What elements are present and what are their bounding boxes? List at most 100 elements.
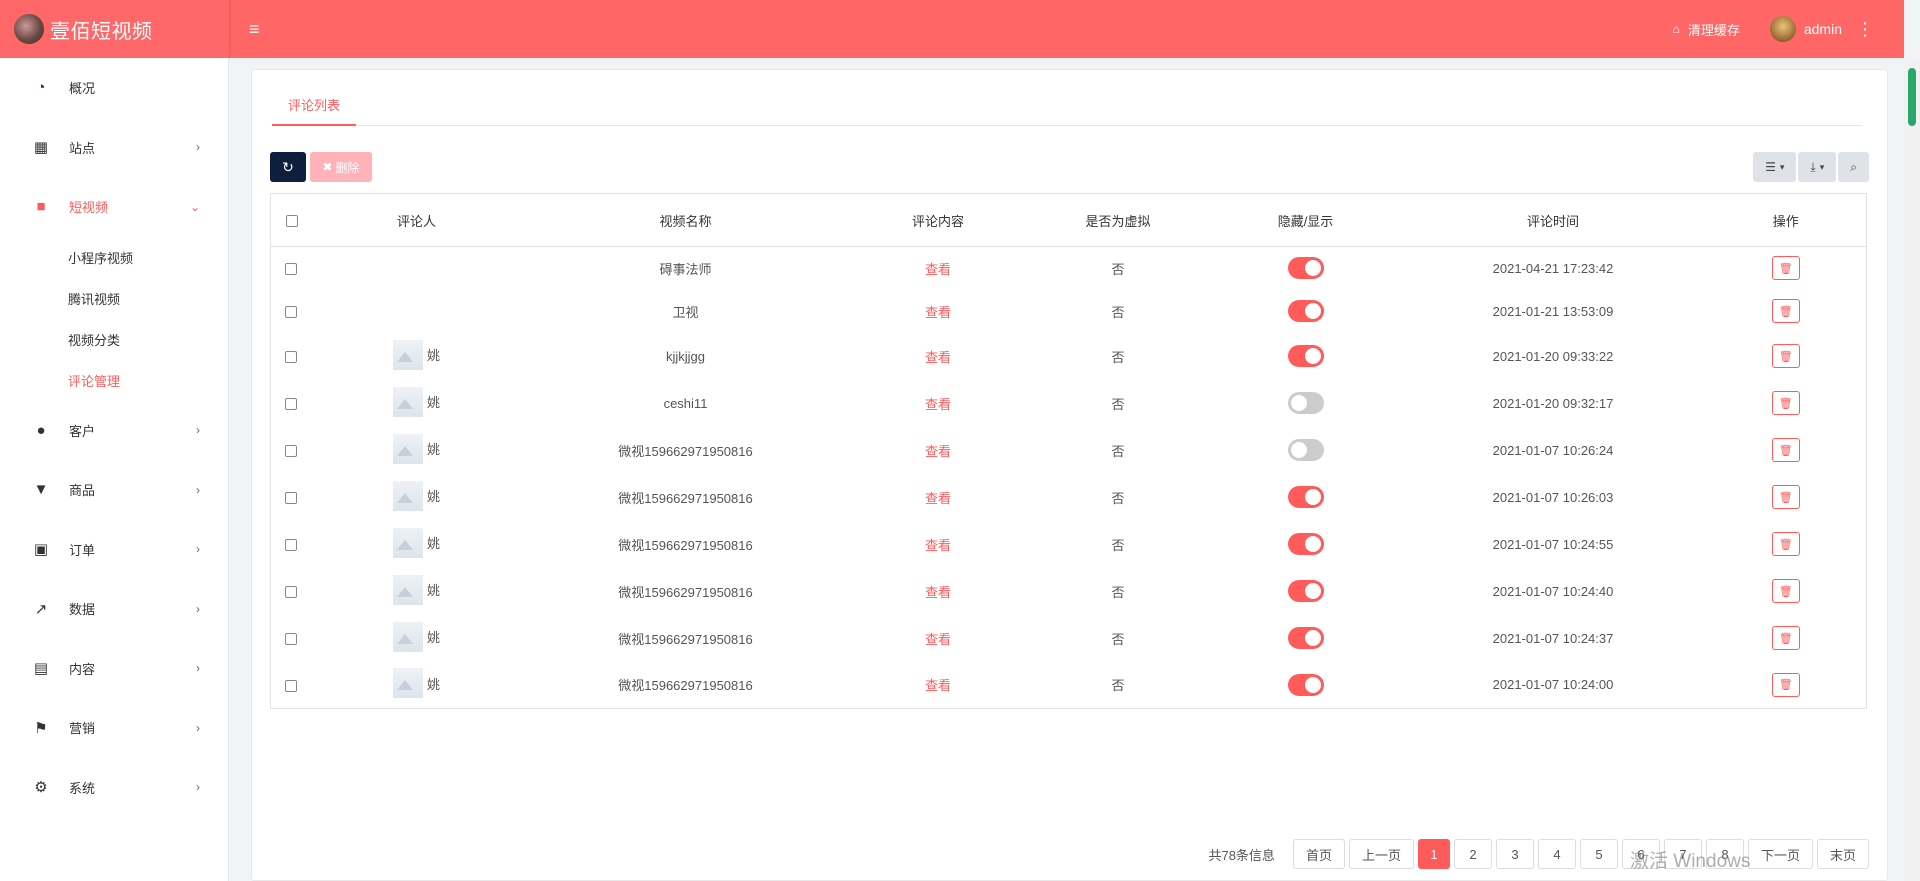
column-header-commenter[interactable]: 评论人: [312, 193, 521, 247]
sidebar-item-data[interactable]: ↗ 数据 ›: [0, 579, 228, 639]
scrollbar-thumb[interactable]: [1908, 68, 1916, 126]
visibility-toggle[interactable]: [1287, 486, 1324, 508]
comment-time-cell: 2021-01-07 10:24:40: [1492, 583, 1614, 599]
page-button[interactable]: 4: [1537, 839, 1576, 869]
commenter: 姚: [392, 433, 440, 464]
delete-row-button[interactable]: 🗑: [1771, 485, 1800, 509]
delete-row-button[interactable]: 🗑: [1771, 299, 1800, 323]
row-checkbox[interactable]: [285, 633, 297, 646]
page-next-button[interactable]: 下一页: [1747, 839, 1813, 869]
sidebar-item-short-video[interactable]: ■ 短视频 ⌄: [0, 177, 228, 237]
delete-button[interactable]: ✖ 删除: [310, 152, 372, 182]
row-checkbox[interactable]: [285, 351, 297, 364]
comment-time-cell: 2021-01-21 13:53:09: [1492, 303, 1614, 319]
sidebar-item-marketing[interactable]: ⚑ 营销 ›: [0, 698, 228, 758]
view-comment-link[interactable]: 查看: [925, 305, 951, 320]
row-select-cell: [271, 380, 313, 427]
page-button[interactable]: 3: [1495, 839, 1534, 869]
delete-row-button[interactable]: 🗑: [1771, 256, 1800, 281]
view-comment-link[interactable]: 查看: [925, 678, 951, 693]
visibility-toggle[interactable]: [1287, 257, 1324, 280]
visibility-toggle[interactable]: [1287, 673, 1324, 696]
vertical-scrollbar[interactable]: [1904, 58, 1920, 881]
sidebar-item-content[interactable]: ▤ 内容 ›: [0, 639, 228, 699]
avatar[interactable]: [1769, 16, 1796, 42]
sidebar-item-products[interactable]: ▼ 商品 ›: [0, 460, 228, 520]
row-checkbox[interactable]: [285, 586, 297, 599]
commenter-name: 姚: [426, 676, 440, 692]
delete-row-button[interactable]: 🗑: [1771, 344, 1800, 368]
visibility-toggle[interactable]: [1287, 627, 1324, 649]
sidebar-item-system[interactable]: ⚙ 系统 ›: [0, 758, 228, 818]
visibility-toggle[interactable]: [1287, 533, 1324, 555]
clear-cache-button[interactable]: ⌂ 清理缓存: [1673, 20, 1740, 39]
visibility-toggle[interactable]: [1287, 300, 1324, 322]
view-comment-link[interactable]: 查看: [925, 585, 951, 600]
comment-content-cell: 查看: [851, 615, 1026, 662]
sidebar-subitem-video-category[interactable]: 视频分类: [0, 319, 228, 360]
visibility-toggle[interactable]: [1287, 580, 1324, 602]
tab-comment-list[interactable]: 评论列表: [272, 90, 357, 126]
view-comment-link[interactable]: 查看: [925, 538, 951, 553]
actions-cell: 🗑: [1706, 427, 1867, 474]
export-button[interactable]: ⤓ ▾: [1798, 152, 1837, 182]
table-row: 姚 微视159662971950816 查看 否 2021-01-07 10:26:03…: [271, 474, 1867, 521]
row-checkbox[interactable]: [285, 679, 297, 692]
view-comment-link[interactable]: 查看: [925, 262, 951, 277]
sidebar-subitem-comment-management[interactable]: 评论管理: [0, 360, 228, 401]
view-comment-link[interactable]: 查看: [925, 350, 951, 365]
delete-row-button[interactable]: 🗑: [1771, 626, 1800, 650]
row-checkbox[interactable]: [285, 492, 297, 505]
delete-row-button[interactable]: 🗑: [1771, 438, 1800, 462]
row-checkbox[interactable]: [285, 539, 297, 552]
menu-toggle-icon[interactable]: ≡: [249, 19, 260, 40]
column-header-is-virtual[interactable]: 是否为虚拟: [1025, 193, 1211, 247]
search-button[interactable]: ⌕: [1838, 152, 1869, 182]
sidebar-item-label: 系统: [69, 780, 96, 796]
view-comment-link[interactable]: 查看: [925, 444, 951, 459]
delete-row-button[interactable]: 🗑: [1771, 579, 1800, 603]
page-last-button[interactable]: 末页: [1816, 839, 1869, 869]
sidebar-subitem-tencent-video[interactable]: 腾讯视频: [0, 278, 228, 319]
select-all-checkbox[interactable]: [285, 215, 298, 228]
delete-row-button[interactable]: 🗑: [1771, 672, 1800, 697]
tab-bar: 评论列表: [272, 90, 1862, 126]
refresh-button[interactable]: ↻: [270, 152, 306, 182]
row-checkbox[interactable]: [285, 263, 297, 276]
view-comment-link[interactable]: 查看: [925, 632, 951, 647]
sidebar-item-orders[interactable]: ▣ 订单 ›: [0, 520, 228, 580]
sidebar-item-customers[interactable]: ● 客户 ›: [0, 401, 228, 461]
column-header-comment-time[interactable]: 评论时间: [1400, 193, 1706, 247]
column-header-visibility[interactable]: 隐藏/显示: [1210, 193, 1401, 247]
comment-time-cell: 2021-01-20 09:32:17: [1492, 395, 1614, 411]
row-checkbox[interactable]: [285, 398, 297, 411]
delete-row-button[interactable]: 🗑: [1771, 391, 1800, 415]
row-checkbox[interactable]: [285, 306, 297, 319]
columns-toggle-button[interactable]: ☰ ▾: [1753, 152, 1797, 182]
pagination-info: 共78条信息: [1208, 847, 1275, 863]
brand[interactable]: 壹佰短视频: [0, 0, 229, 58]
row-select-cell: [271, 333, 313, 380]
row-checkbox[interactable]: [285, 445, 297, 458]
sidebar-subitem-mini-program-video[interactable]: 小程序视频: [0, 237, 228, 278]
page-first-button[interactable]: 首页: [1292, 839, 1345, 869]
column-header-comment-content[interactable]: 评论内容: [850, 193, 1026, 247]
more-options-icon[interactable]: ⋮: [1856, 19, 1874, 40]
view-comment-link[interactable]: 查看: [925, 491, 951, 506]
visibility-toggle[interactable]: [1287, 392, 1324, 414]
comment-content-cell: 查看: [851, 333, 1026, 380]
view-comment-link[interactable]: 查看: [925, 397, 951, 412]
user-name[interactable]: admin: [1804, 21, 1842, 37]
page-button[interactable]: 1: [1417, 839, 1450, 869]
sidebar-item-overview[interactable]: ◔ 概况: [0, 58, 228, 118]
sidebar-item-site[interactable]: ▦ 站点 ›: [0, 118, 228, 178]
page-button[interactable]: 5: [1579, 839, 1618, 869]
visibility-toggle[interactable]: [1287, 345, 1324, 367]
actions-cell: 🗑: [1706, 568, 1867, 615]
delete-row-button[interactable]: 🗑: [1771, 532, 1800, 556]
page-button[interactable]: 2: [1453, 839, 1492, 869]
page-prev-button[interactable]: 上一页: [1348, 839, 1414, 869]
column-header-actions[interactable]: 操作: [1705, 193, 1867, 247]
column-header-video-name[interactable]: 视频名称: [520, 193, 851, 247]
visibility-toggle[interactable]: [1287, 439, 1324, 461]
